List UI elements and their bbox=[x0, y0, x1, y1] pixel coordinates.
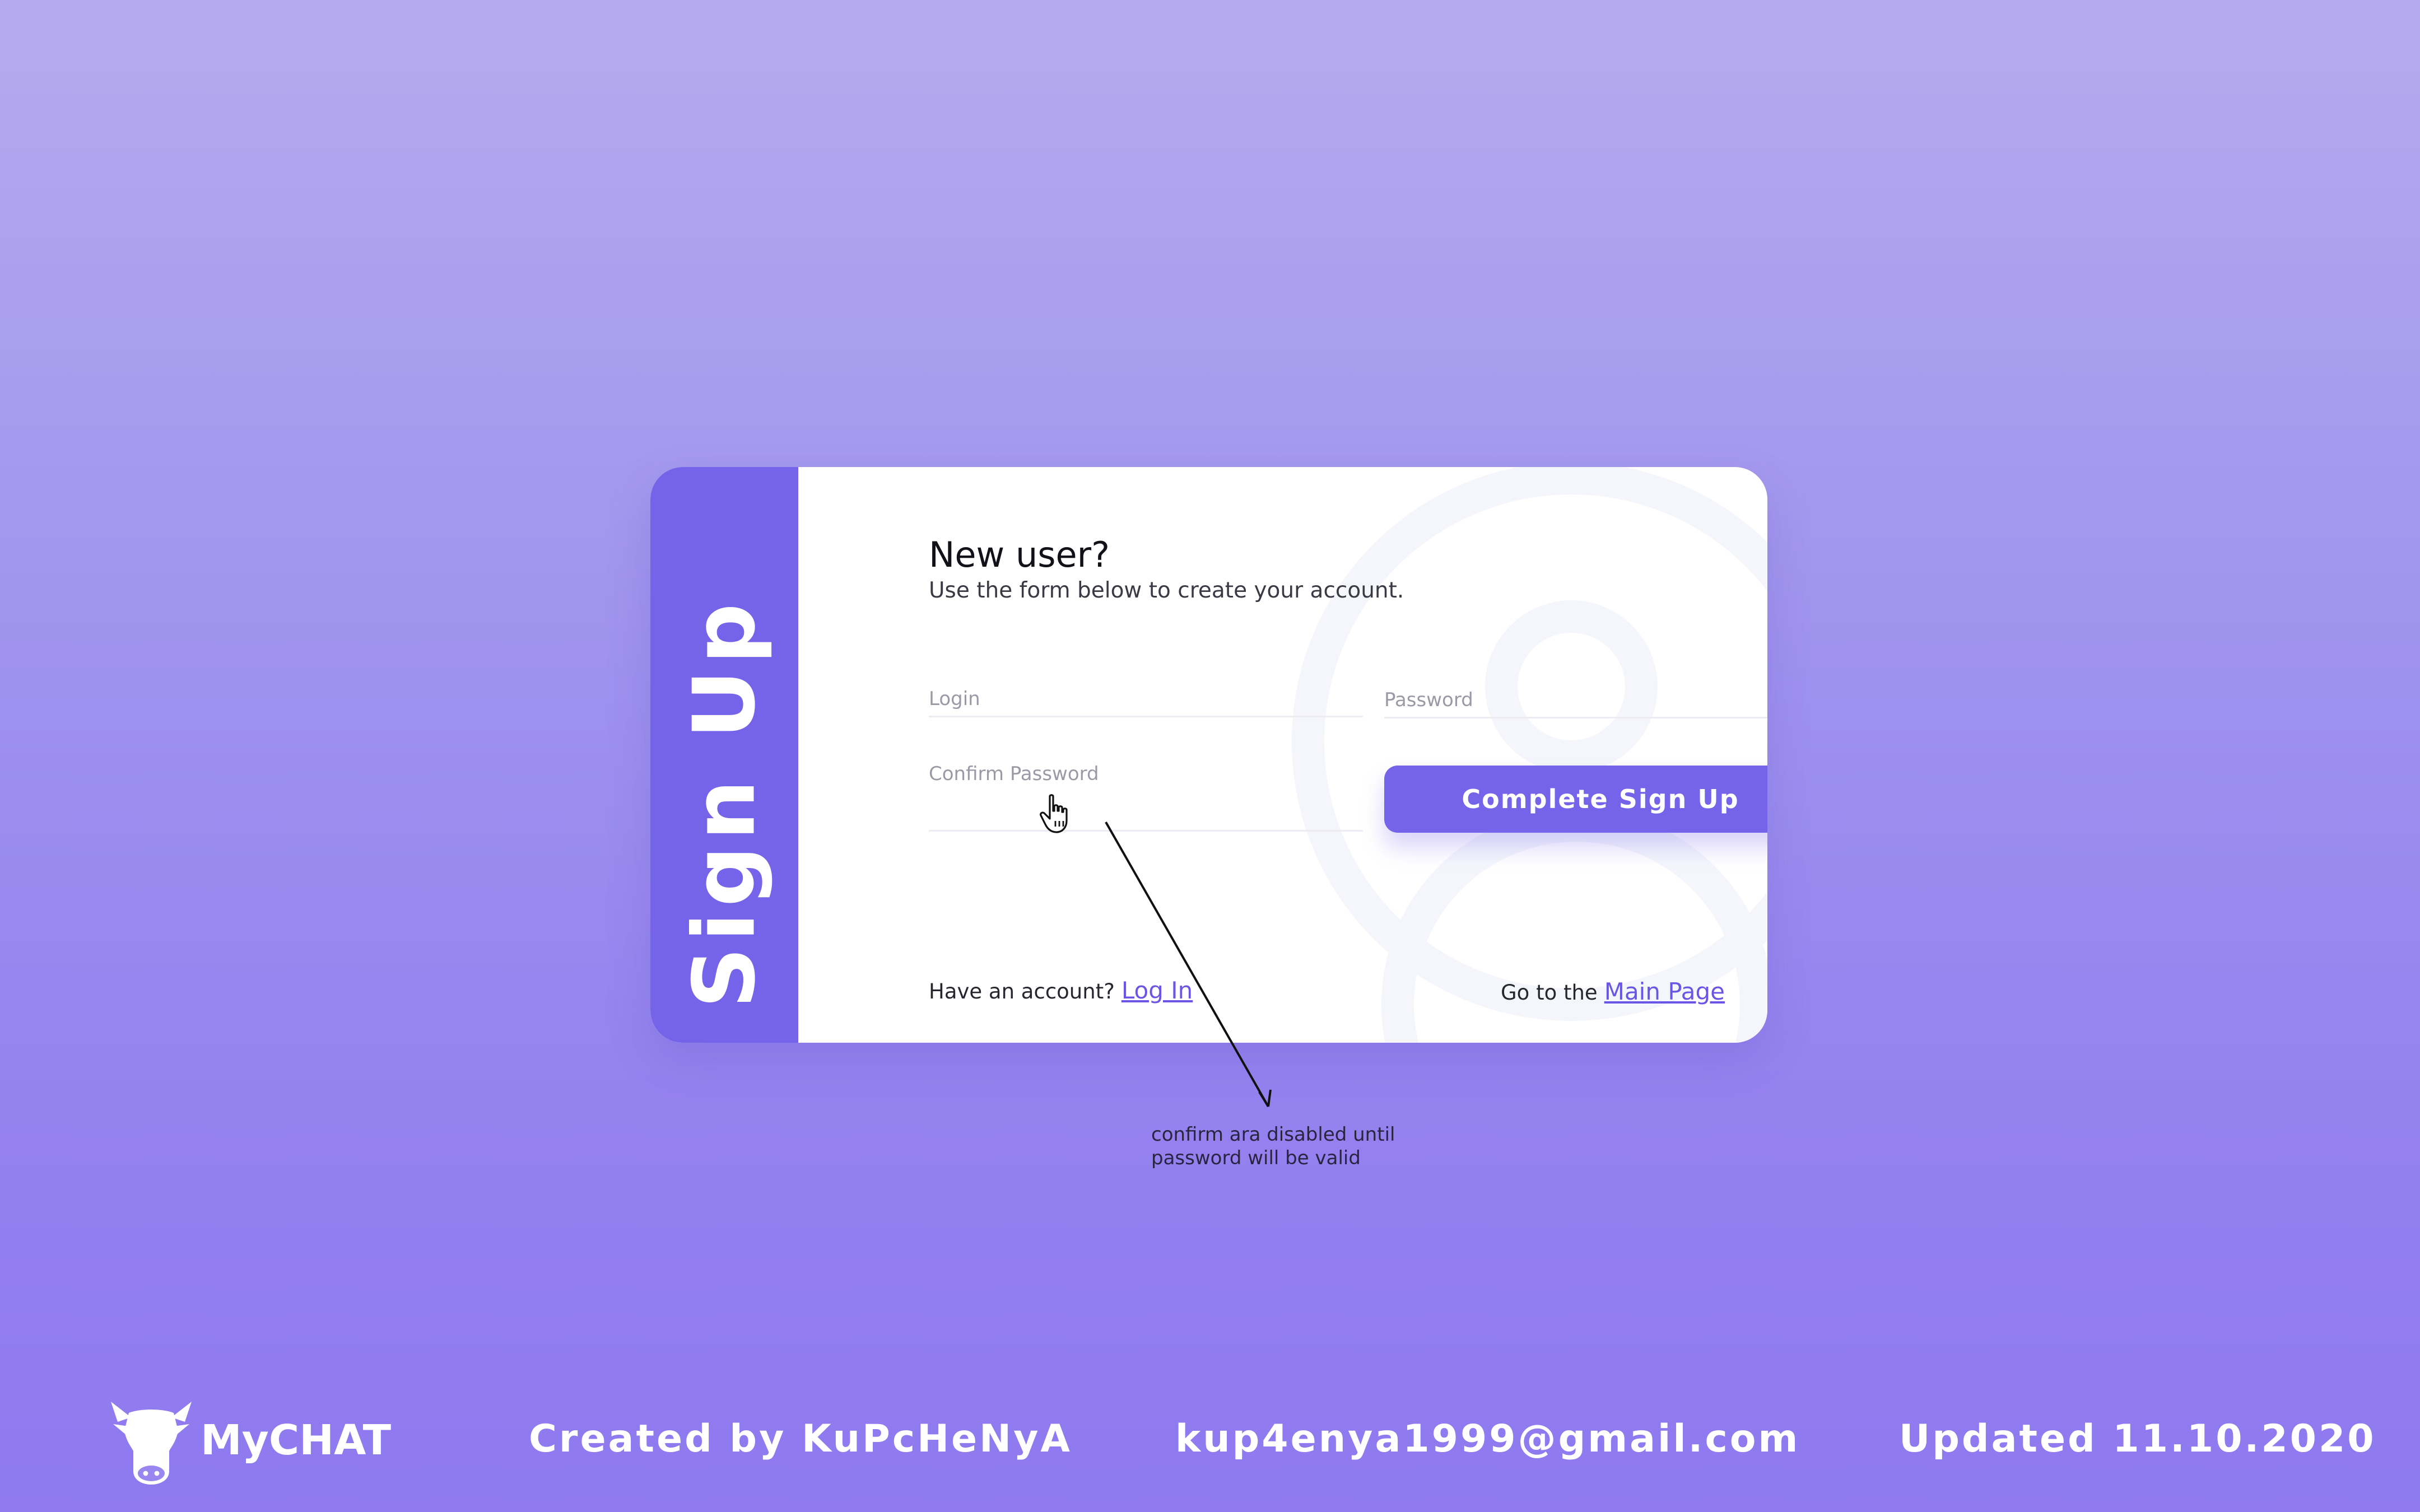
main-page-link[interactable]: Main Page bbox=[1604, 978, 1725, 1005]
annotation-note: confirm ara disabled until password will… bbox=[1151, 1123, 1442, 1170]
login-prompt: Have an account? Log In bbox=[929, 977, 1193, 1004]
form-subheading: Use the form below to create your accoun… bbox=[929, 578, 1404, 603]
confirm-password-field bbox=[929, 757, 1363, 832]
updated-date-text: Updated 11.10.2020 bbox=[1899, 1417, 2376, 1461]
password-input[interactable] bbox=[1384, 683, 1767, 717]
complete-signup-button[interactable]: Complete Sign Up bbox=[1384, 766, 1767, 833]
login-prompt-text: Have an account? bbox=[929, 979, 1115, 1004]
brand-name: MyCHAT bbox=[201, 1416, 392, 1464]
created-by-text: Created by KuPcHeNyA bbox=[529, 1417, 1073, 1461]
login-input[interactable] bbox=[929, 682, 1363, 716]
login-field bbox=[929, 682, 1363, 717]
annotation-line-2: password will be valid bbox=[1151, 1147, 1361, 1169]
main-page-prompt: Go to the Main Page bbox=[1501, 978, 1725, 1005]
contact-email: kup4enya1999@gmail.com bbox=[1175, 1417, 1800, 1461]
card-content: New user? Use the form below to create y… bbox=[798, 467, 1767, 1043]
password-field bbox=[1384, 683, 1767, 718]
annotation-line-1: confirm ara disabled until bbox=[1151, 1123, 1395, 1146]
cow-head-logo bbox=[111, 1402, 192, 1485]
side-title: Sign Up bbox=[674, 598, 774, 1009]
signup-card: Sign Up New user? Use the form below to … bbox=[650, 467, 1767, 1043]
form-heading: New user? bbox=[929, 534, 1110, 575]
confirm-password-input[interactable] bbox=[929, 757, 1363, 791]
hand-pointer-icon bbox=[1040, 794, 1068, 833]
side-panel: Sign Up bbox=[650, 467, 798, 1043]
main-page-prompt-text: Go to the bbox=[1501, 981, 1598, 1005]
login-link[interactable]: Log In bbox=[1121, 977, 1193, 1004]
